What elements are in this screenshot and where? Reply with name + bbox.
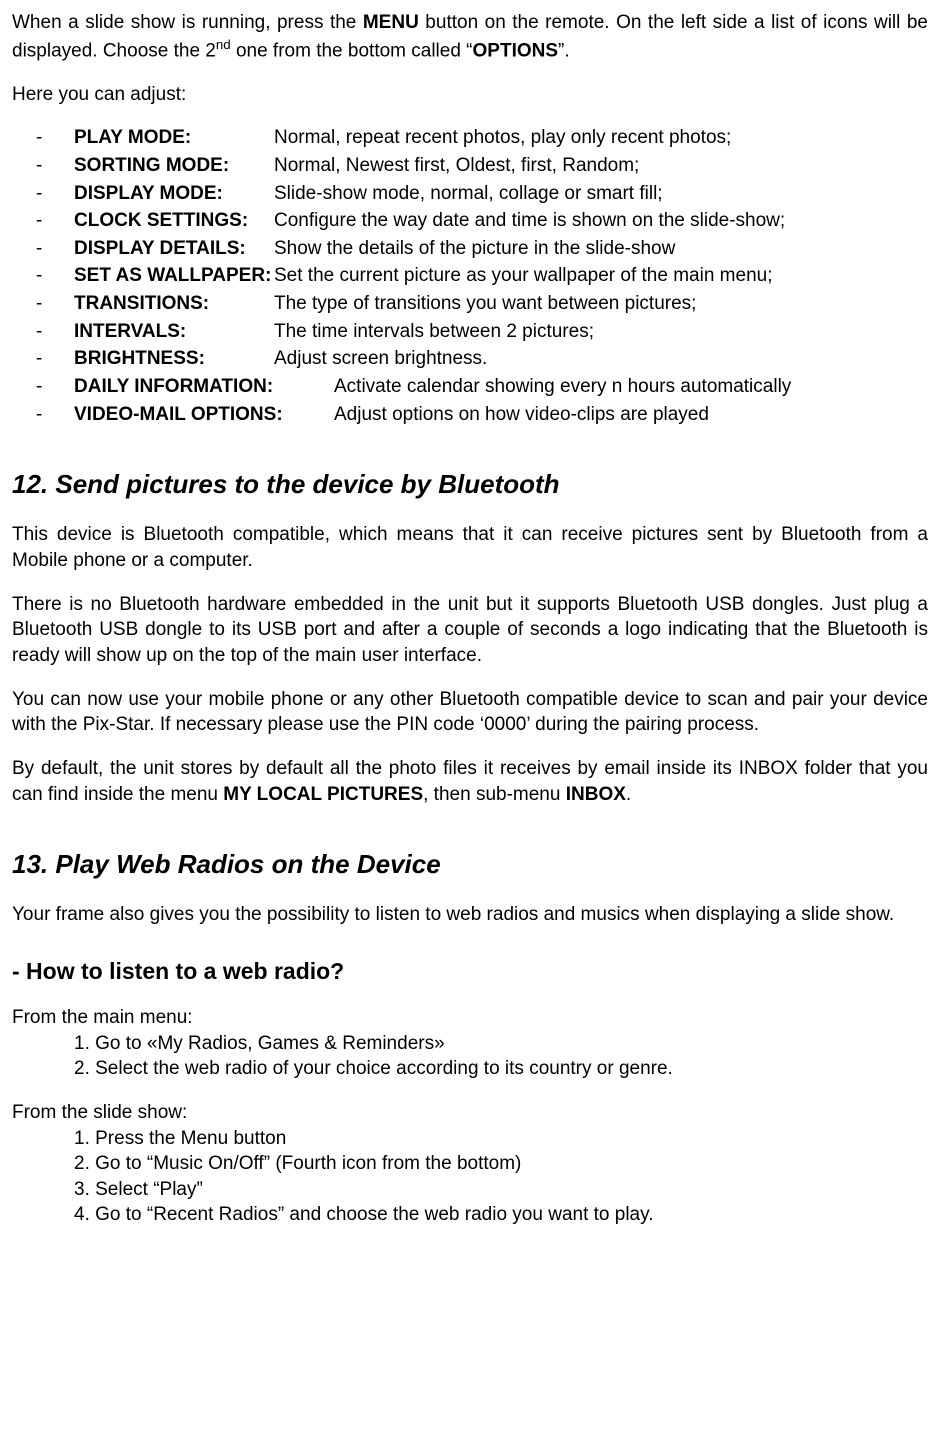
options-row: -VIDEO-MAIL OPTIONS:Adjust options on ho…: [12, 402, 928, 428]
intro-sup: nd: [216, 37, 231, 52]
intro-pre: When a slide show is running, press the: [12, 12, 363, 33]
option-label: INTERVALS:: [74, 319, 274, 345]
dash-bullet: -: [12, 346, 74, 372]
dash-bullet: -: [12, 236, 74, 262]
p12d-end: .: [626, 784, 631, 805]
option-description: Normal, Newest first, Oldest, first, Ran…: [274, 153, 928, 179]
dash-bullet: -: [12, 208, 74, 234]
option-description: Adjust options on how video-clips are pl…: [334, 402, 928, 428]
dash-bullet: -: [12, 153, 74, 179]
adjust-intro: Here you can adjust:: [12, 82, 928, 108]
option-label: VIDEO-MAIL OPTIONS:: [74, 402, 334, 428]
option-description: Show the details of the picture in the s…: [274, 236, 928, 262]
option-label: SET AS WALLPAPER:: [74, 263, 274, 289]
step-item: 2. Go to “Music On/Off” (Fourth icon fro…: [12, 1151, 928, 1177]
option-label: DISPLAY MODE:: [74, 181, 274, 207]
dash-bullet: -: [12, 181, 74, 207]
option-label: SORTING MODE:: [74, 153, 274, 179]
p12d-mid: , then sub-menu: [423, 784, 566, 805]
p12b: There is no Bluetooth hardware embedded …: [12, 592, 928, 669]
option-label: TRANSITIONS:: [74, 291, 274, 317]
option-description: Set the current picture as your wallpape…: [274, 263, 928, 289]
p12d-bold1: MY LOCAL PICTURES: [223, 784, 423, 805]
option-description: Normal, repeat recent photos, play only …: [274, 125, 928, 151]
p12d-bold2: INBOX: [566, 784, 626, 805]
options-row: -DAILY INFORMATION:Activate calendar sho…: [12, 374, 928, 400]
dash-bullet: -: [12, 291, 74, 317]
p12c: You can now use your mobile phone or any…: [12, 687, 928, 738]
mainmenu-lead: From the main menu:: [12, 1005, 928, 1031]
intro-options-bold: OPTIONS: [473, 40, 559, 61]
dash-bullet: -: [12, 374, 74, 400]
intro-post: one from the bottom called “: [231, 40, 473, 61]
options-row: -INTERVALS:The time intervals between 2 …: [12, 319, 928, 345]
options-row: -CLOCK SETTINGS:Configure the way date a…: [12, 208, 928, 234]
option-description: Activate calendar showing every n hours …: [334, 374, 928, 400]
step-item: 1. Press the Menu button: [12, 1126, 928, 1152]
option-label: CLOCK SETTINGS:: [74, 208, 274, 234]
option-label: DAILY INFORMATION:: [74, 374, 334, 400]
heading-12: 12. Send pictures to the device by Bluet…: [12, 467, 928, 502]
options-row: -BRIGHTNESS:Adjust screen brightness.: [12, 346, 928, 372]
step-item: 4. Go to “Recent Radios” and choose the …: [12, 1202, 928, 1228]
option-description: The time intervals between 2 pictures;: [274, 319, 928, 345]
option-description: Configure the way date and time is shown…: [274, 208, 928, 234]
heading-13q: - How to listen to a web radio?: [12, 956, 928, 987]
options-row: -SET AS WALLPAPER:Set the current pictur…: [12, 263, 928, 289]
option-label: PLAY MODE:: [74, 125, 274, 151]
options-row: -PLAY MODE:Normal, repeat recent photos,…: [12, 125, 928, 151]
dash-bullet: -: [12, 319, 74, 345]
step-item: 1. Go to «My Radios, Games & Reminders»: [12, 1031, 928, 1057]
options-row: -DISPLAY DETAILS:Show the details of the…: [12, 236, 928, 262]
heading-13: 13. Play Web Radios on the Device: [12, 847, 928, 882]
options-row: -TRANSITIONS:The type of transitions you…: [12, 291, 928, 317]
options-row: -DISPLAY MODE:Slide-show mode, normal, c…: [12, 181, 928, 207]
intro-end: ”.: [558, 40, 570, 61]
option-label: DISPLAY DETAILS:: [74, 236, 274, 262]
intro-menu-bold: MENU: [363, 12, 419, 33]
option-label: BRIGHTNESS:: [74, 346, 274, 372]
p12a: This device is Bluetooth compatible, whi…: [12, 522, 928, 573]
step-item: 3. Select “Play”: [12, 1177, 928, 1203]
dash-bullet: -: [12, 402, 74, 428]
options-row: -SORTING MODE:Normal, Newest first, Olde…: [12, 153, 928, 179]
option-description: Adjust screen brightness.: [274, 346, 928, 372]
p12d: By default, the unit stores by default a…: [12, 756, 928, 807]
intro-paragraph: When a slide show is running, press the …: [12, 10, 928, 64]
option-description: The type of transitions you want between…: [274, 291, 928, 317]
dash-bullet: -: [12, 263, 74, 289]
mainmenu-steps: 1. Go to «My Radios, Games & Reminders»2…: [12, 1031, 928, 1082]
option-description: Slide-show mode, normal, collage or smar…: [274, 181, 928, 207]
p13a: Your frame also gives you the possibilit…: [12, 902, 928, 928]
slideshow-lead: From the slide show:: [12, 1100, 928, 1126]
options-list: -PLAY MODE:Normal, repeat recent photos,…: [12, 125, 928, 427]
dash-bullet: -: [12, 125, 74, 151]
slideshow-steps: 1. Press the Menu button2. Go to “Music …: [12, 1126, 928, 1229]
step-item: 2. Select the web radio of your choice a…: [12, 1056, 928, 1082]
